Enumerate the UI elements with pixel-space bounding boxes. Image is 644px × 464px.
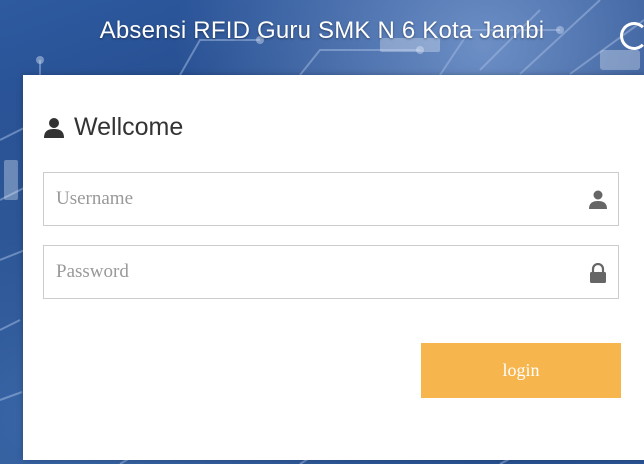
username-input[interactable] bbox=[44, 173, 618, 225]
welcome-heading: Wellcome bbox=[74, 113, 184, 141]
login-card: Wellcome login bbox=[23, 75, 644, 460]
username-field bbox=[43, 172, 619, 226]
login-button[interactable]: login bbox=[421, 343, 621, 398]
user-icon bbox=[43, 117, 65, 139]
page-title: Absensi RFID Guru SMK N 6 Kota Jambi bbox=[99, 17, 545, 44]
password-input[interactable] bbox=[44, 246, 618, 298]
user-icon bbox=[589, 190, 607, 210]
card-header: Wellcome bbox=[43, 113, 183, 142]
lock-icon bbox=[589, 262, 607, 283]
password-field bbox=[43, 245, 619, 299]
logo-arc-icon bbox=[620, 22, 644, 50]
